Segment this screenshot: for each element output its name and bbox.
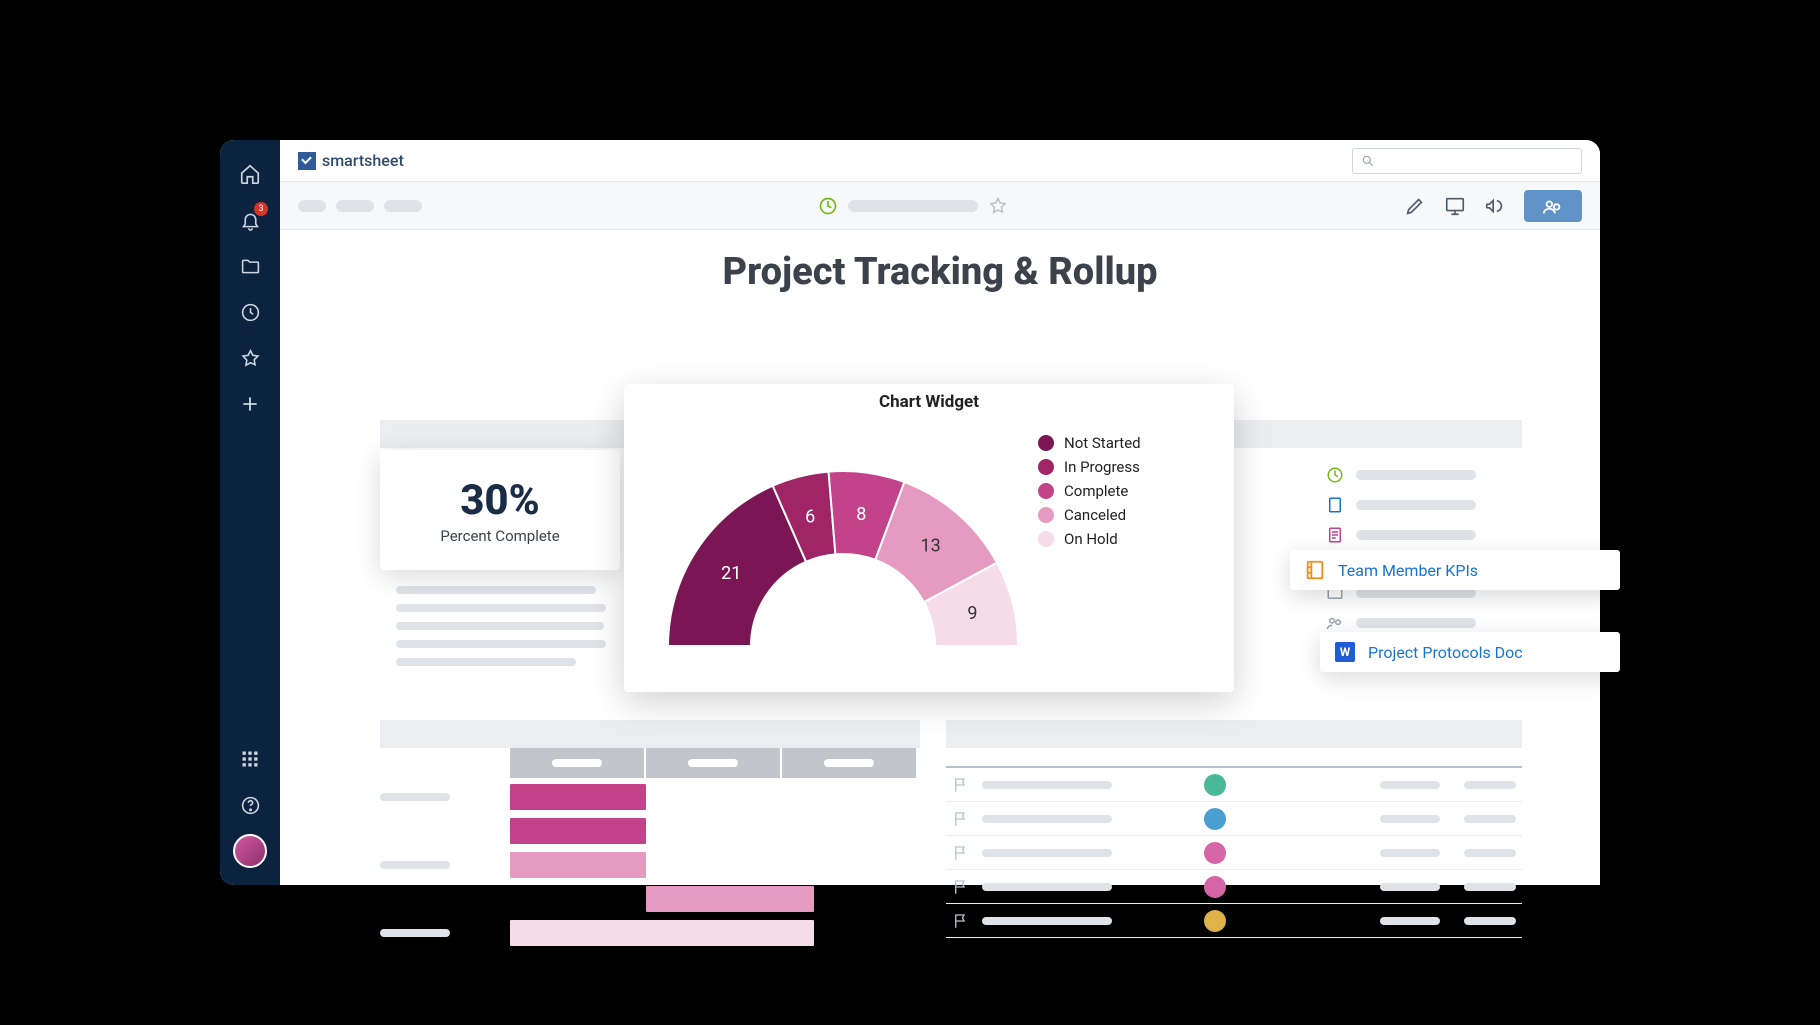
apps-icon[interactable] [232, 741, 268, 777]
table-row[interactable] [946, 836, 1522, 870]
brand-logo[interactable]: smartsheet [298, 151, 404, 170]
folder-icon[interactable] [232, 248, 268, 284]
favorites-icon[interactable] [232, 340, 268, 376]
home-icon[interactable] [232, 156, 268, 192]
sheet-icon [1326, 496, 1344, 514]
kpi-percent-complete-card[interactable]: 30% Percent Complete [380, 450, 620, 570]
page-title: Project Tracking & Rollup [280, 250, 1600, 294]
report-orange-icon [1304, 559, 1326, 581]
kpi-value: 30% [460, 476, 540, 525]
create-icon[interactable] [232, 386, 268, 422]
doc-title-placeholder [848, 200, 978, 212]
share-button[interactable] [1524, 190, 1582, 222]
brand-name: smartsheet [322, 151, 404, 170]
table-row[interactable] [946, 768, 1522, 802]
sidebar: 3 [220, 140, 280, 885]
half-donut-chart: 21 6 8 13 9 [648, 416, 1038, 666]
announce-icon[interactable] [1484, 195, 1506, 217]
report-icon [1326, 526, 1344, 544]
link-project-protocols-doc[interactable]: W Project Protocols Doc [1320, 632, 1620, 672]
link-team-member-kpis[interactable]: Team Member KPIs [1290, 550, 1620, 590]
dashboard-content: Project Tracking & Rollup 30% Percent Co… [280, 230, 1600, 885]
logo-mark-icon [298, 152, 316, 170]
chart-legend: Not Started In Progress Complete Canceled On… [1038, 416, 1141, 554]
profile-avatar[interactable] [232, 833, 268, 869]
gantt-header-strip [380, 720, 920, 748]
flag-icon [952, 776, 970, 794]
breadcrumb [298, 200, 422, 212]
flag-icon [952, 912, 970, 930]
list-item[interactable] [1320, 460, 1560, 490]
present-icon[interactable] [1444, 195, 1466, 217]
table-row[interactable] [946, 904, 1522, 938]
link-label: Team Member KPIs [1338, 561, 1478, 580]
word-doc-icon: W [1334, 641, 1356, 663]
edit-icon[interactable] [1404, 195, 1426, 217]
search-input[interactable] [1352, 148, 1582, 174]
text-widget-placeholder [396, 586, 616, 676]
search-icon [1361, 154, 1375, 168]
actionbar [280, 182, 1600, 230]
gantt-row[interactable] [380, 850, 920, 880]
flag-icon [952, 810, 970, 828]
flag-icon [952, 844, 970, 862]
gantt-row[interactable] [380, 782, 920, 812]
main-area: smartsheet [280, 140, 1600, 885]
gantt-row[interactable] [380, 816, 920, 846]
svg-text:9: 9 [967, 603, 977, 624]
resource-list [1320, 460, 1560, 638]
table-widget[interactable] [946, 748, 1522, 938]
link-label: Project Protocols Doc [1368, 643, 1523, 662]
star-icon[interactable] [988, 196, 1008, 216]
legend-item: On Hold [1038, 530, 1141, 548]
list-item[interactable] [1320, 520, 1560, 550]
table-row[interactable] [946, 870, 1522, 904]
dashboard-icon [1326, 466, 1344, 484]
chart-widget-card[interactable]: Chart Widget 21 6 8 13 9 Not Started In Progr… [624, 384, 1234, 692]
help-icon[interactable] [232, 787, 268, 823]
notifications-icon[interactable]: 3 [232, 202, 268, 238]
svg-text:8: 8 [856, 504, 866, 525]
chart-title: Chart Widget [624, 392, 1234, 412]
legend-item: Canceled [1038, 506, 1141, 524]
list-item[interactable] [1320, 490, 1560, 520]
legend-item: Not Started [1038, 434, 1141, 452]
svg-text:6: 6 [805, 507, 815, 528]
table-header-strip [946, 720, 1522, 748]
legend-item: In Progress [1038, 458, 1141, 476]
gantt-widget[interactable] [380, 748, 920, 948]
legend-item: Complete [1038, 482, 1141, 500]
table-row[interactable] [946, 802, 1522, 836]
app-frame: 3 smartsheet [220, 140, 1600, 885]
svg-text:21: 21 [721, 563, 741, 584]
recent-icon[interactable] [232, 294, 268, 330]
gantt-row[interactable] [380, 918, 920, 948]
people-icon [1326, 614, 1344, 632]
kpi-label: Percent Complete [440, 527, 559, 545]
flag-icon [952, 878, 970, 896]
dashboard-type-icon [818, 196, 838, 216]
notification-badge: 3 [254, 202, 268, 216]
gantt-row[interactable] [380, 884, 920, 914]
svg-text:13: 13 [921, 535, 941, 556]
topbar: smartsheet [280, 140, 1600, 182]
